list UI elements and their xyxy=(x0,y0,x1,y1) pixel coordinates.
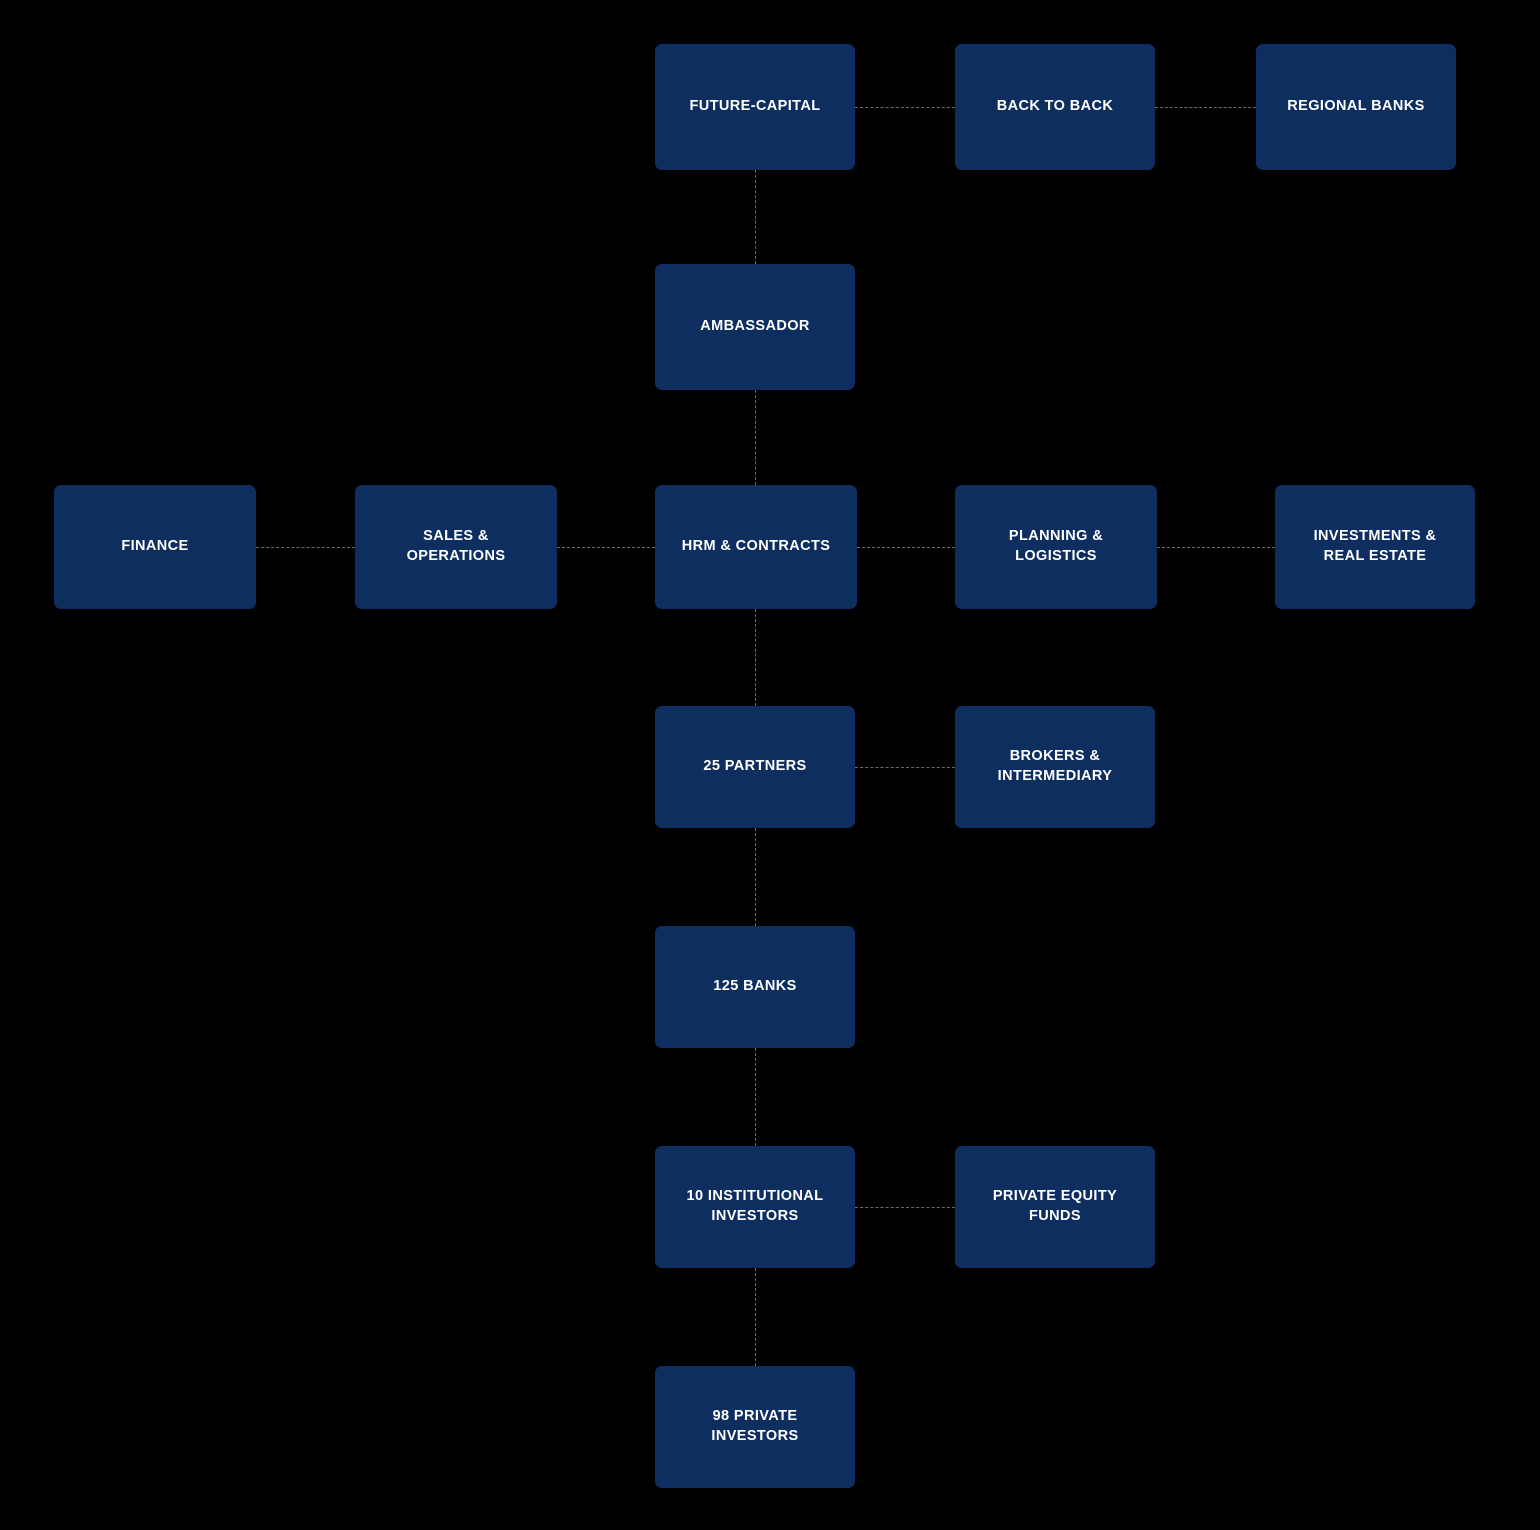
node-future-capital[interactable]: FUTURE-CAPITAL xyxy=(655,44,855,170)
connector-125-banks--10-institutional xyxy=(755,1048,756,1146)
connector-ambassador--hrm-contracts xyxy=(755,390,756,485)
node-label-sales-operations: SALES & OPERATIONS xyxy=(406,528,506,564)
node-125-banks[interactable]: 125 BANKS xyxy=(655,926,855,1048)
node-label-back-to-back: BACK TO BACK xyxy=(996,98,1114,115)
node-label-regional-banks: REGIONAL BANKS xyxy=(1287,98,1425,115)
node-label-25-partners: 25 PARTNERS xyxy=(703,758,807,775)
node-planning-logistics[interactable]: PLANNING & LOGISTICS xyxy=(955,485,1157,609)
node-regional-banks[interactable]: REGIONAL BANKS xyxy=(1256,44,1456,170)
node-investments-real-estate[interactable]: INVESTMENTS & REAL ESTATE xyxy=(1275,485,1475,609)
node-label-finance: FINANCE xyxy=(121,538,189,555)
node-sales-operations[interactable]: SALES & OPERATIONS xyxy=(355,485,557,609)
node-label-future-capital: FUTURE-CAPITAL xyxy=(689,98,821,115)
connector-finance--sales-operations xyxy=(256,547,355,548)
connector-planning-logistics--investments xyxy=(1157,547,1275,548)
connector-future-capital--ambassador xyxy=(755,170,756,264)
node-98-private-investors[interactable]: 98 PRIVATE INVESTORS xyxy=(655,1366,855,1488)
node-label-private-equity-funds: PRIVATE EQUITY FUNDS xyxy=(992,1188,1118,1224)
node-25-partners[interactable]: 25 PARTNERS xyxy=(655,706,855,828)
connector-25-partners--brokers xyxy=(855,767,955,768)
diagram-canvas: FUTURE-CAPITAL BACK TO BACK REGIONAL BANKS… xyxy=(0,0,1540,1530)
node-private-equity-funds[interactable]: PRIVATE EQUITY FUNDS xyxy=(955,1146,1155,1268)
node-label-hrm-contracts: HRM & CONTRACTS xyxy=(681,538,831,555)
node-brokers-intermediary[interactable]: BROKERS & INTERMEDIARY xyxy=(955,706,1155,828)
connector-25-partners--125-banks xyxy=(755,828,756,926)
node-label-ambassador: AMBASSADOR xyxy=(700,318,810,335)
node-ambassador[interactable]: AMBASSADOR xyxy=(655,264,855,390)
connector-10-institutional--private-equity xyxy=(855,1207,955,1208)
node-label-10-institutional-investors: 10 INSTITUTIONAL INVESTORS xyxy=(686,1188,824,1224)
node-finance[interactable]: FINANCE xyxy=(54,485,256,609)
connector-10-institutional--98-private xyxy=(755,1268,756,1366)
connector-sales-operations--hrm-contracts xyxy=(557,547,655,548)
node-label-125-banks: 125 BANKS xyxy=(713,978,797,995)
connector-hrm-contracts--planning-logistics xyxy=(857,547,955,548)
node-label-98-private-investors: 98 PRIVATE INVESTORS xyxy=(711,1408,799,1444)
node-10-institutional-investors[interactable]: 10 INSTITUTIONAL INVESTORS xyxy=(655,1146,855,1268)
node-label-investments-real-estate: INVESTMENTS & REAL ESTATE xyxy=(1313,528,1437,564)
connector-future-capital--back-to-back xyxy=(855,107,955,108)
connector-back-to-back--regional-banks xyxy=(1155,107,1256,108)
node-hrm-contracts[interactable]: HRM & CONTRACTS xyxy=(655,485,857,609)
node-label-brokers-intermediary: BROKERS & INTERMEDIARY xyxy=(997,748,1113,784)
connector-hrm-contracts--25-partners xyxy=(755,609,756,706)
node-label-planning-logistics: PLANNING & LOGISTICS xyxy=(1008,528,1104,564)
node-back-to-back[interactable]: BACK TO BACK xyxy=(955,44,1155,170)
